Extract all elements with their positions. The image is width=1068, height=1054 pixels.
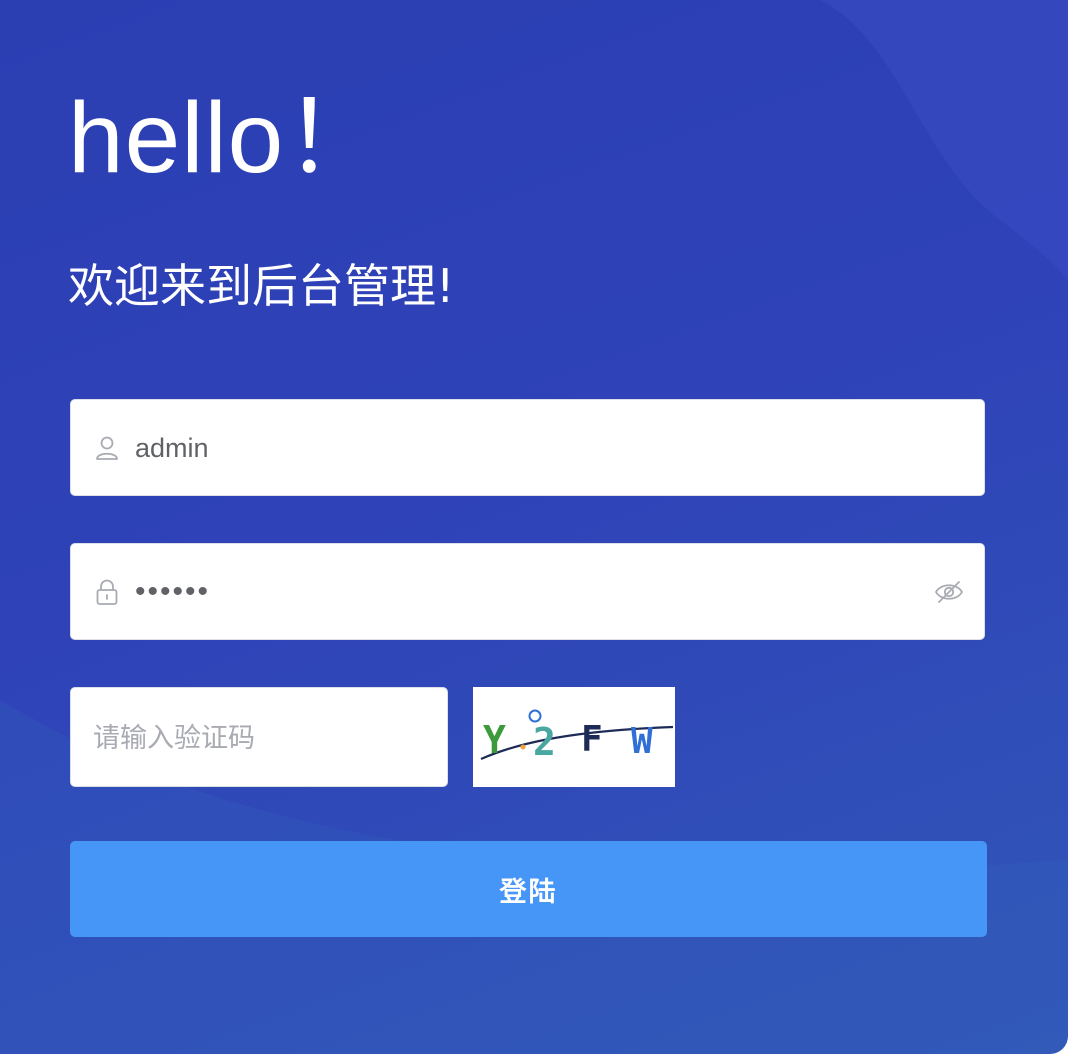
- user-icon: [93, 434, 121, 462]
- username-field[interactable]: [70, 399, 985, 496]
- captcha-image[interactable]: Y 2 F W: [473, 687, 675, 787]
- captcha-input[interactable]: [93, 708, 423, 768]
- lock-icon: [93, 578, 121, 606]
- password-field[interactable]: [70, 543, 985, 640]
- captcha-char-f: F: [581, 719, 603, 760]
- login-panel: hello！ 欢迎来到后台管理! admin •••••• 请输入验证码 Y 2…: [0, 0, 1068, 1054]
- captcha-char-2: 2: [533, 720, 556, 764]
- welcome-text: 欢迎来到后台管理!: [68, 259, 455, 313]
- hello-heading: hello！: [68, 82, 386, 194]
- username-input[interactable]: [135, 418, 915, 478]
- captcha-field[interactable]: [70, 687, 448, 787]
- captcha-char-w: W: [631, 721, 653, 762]
- password-input[interactable]: [135, 562, 915, 622]
- eye-off-icon[interactable]: [934, 578, 964, 606]
- login-button[interactable]: 登陆: [70, 841, 987, 937]
- captcha-char-y: Y: [483, 718, 506, 762]
